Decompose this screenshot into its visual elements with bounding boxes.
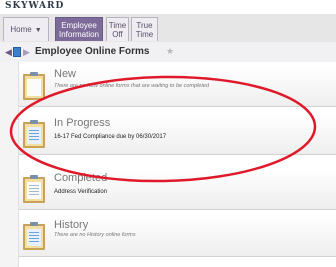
clipboard-icon [23, 72, 45, 100]
page-title: Employee Online Forms [35, 46, 150, 57]
back-arrow-icon[interactable]: ◀ [5, 47, 12, 57]
tab-employee-information[interactable]: Employee Information [55, 17, 103, 41]
tab-time-off[interactable]: Time Off [106, 17, 129, 41]
tab-label-line1: True [136, 21, 153, 30]
clipboard-icon [23, 120, 45, 148]
tab-label-line2: Information [58, 30, 100, 39]
tab-label-line1: Employee [61, 21, 97, 30]
forward-arrow-icon[interactable]: ▶ [23, 47, 30, 57]
tab-true-time[interactable]: True Time [131, 17, 158, 41]
section-new: New There are no New online forms that a… [19, 66, 336, 107]
section-title: History [54, 219, 89, 231]
section-completed: Completed Address Verification [19, 169, 336, 210]
section-description: There are no History online forms [54, 232, 136, 238]
tab-home[interactable]: Home ▼ [3, 17, 49, 41]
left-margin [0, 62, 18, 267]
top-banner: SKYWARD [0, 0, 336, 15]
section-in-progress: In Progress 16-17 Fed Compliance due by … [19, 114, 336, 155]
skyward-logo: SKYWARD [5, 1, 65, 11]
section-description: There are no New online forms that are w… [54, 83, 209, 89]
section-history: History There are no History online form… [19, 216, 336, 257]
document-icon [13, 47, 21, 57]
clipboard-icon [23, 175, 45, 203]
tab-bar: Home ▼ Employee Information Time Off True… [0, 14, 336, 43]
tab-home-label: Home [10, 25, 32, 34]
tab-label-line2: Off [112, 30, 123, 39]
form-link-address-verification[interactable]: Address Verification [54, 189, 107, 195]
tab-label-line2: Time [135, 30, 154, 39]
chevron-down-icon: ▼ [34, 27, 42, 34]
forms-list: New There are no New online forms that a… [18, 62, 336, 267]
section-title: Completed [54, 172, 108, 184]
favorite-star-icon[interactable]: ★ [166, 46, 174, 57]
clipboard-icon [23, 222, 45, 250]
form-link-fed-compliance[interactable]: 16-17 Fed Compliance due by 06/30/2017 [54, 134, 166, 140]
section-title: New [54, 68, 77, 80]
section-title: In Progress [54, 117, 111, 129]
page-title-bar: ◀ ▶ Employee Online Forms ★ [0, 42, 336, 63]
tab-label-line1: Time [108, 21, 127, 30]
